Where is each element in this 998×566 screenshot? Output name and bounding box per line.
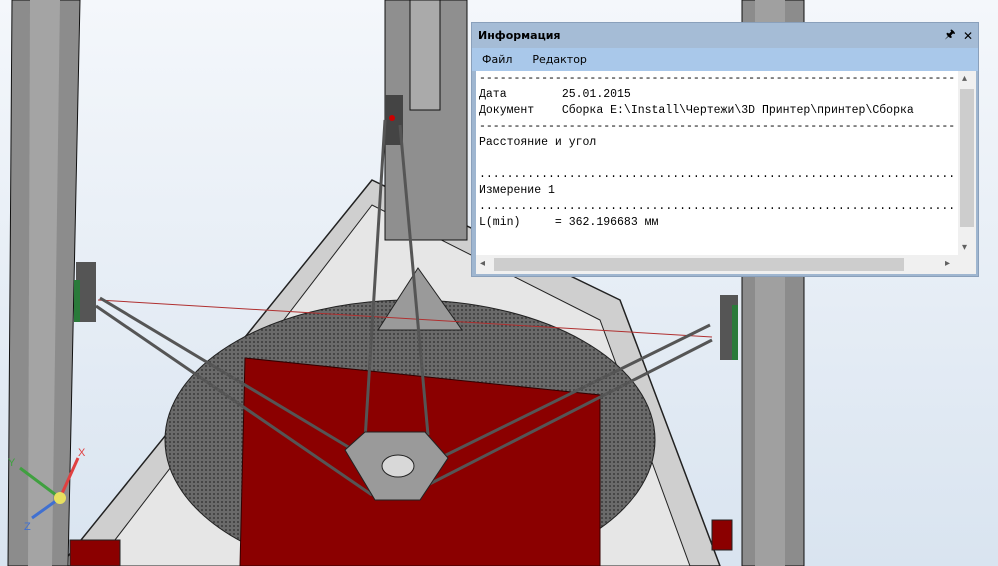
vertical-scroll-thumb[interactable] <box>960 89 974 227</box>
date-line: Дата 25.01.2015 <box>479 88 631 101</box>
menu-bar: Файл Редактор <box>472 48 978 71</box>
info-text: ----------------------------------------… <box>479 71 959 231</box>
dotted-line: ........................................… <box>479 200 957 213</box>
scroll-up-icon[interactable]: ▴ <box>962 73 967 84</box>
information-panel: Информация 🖈︎ ✕ Файл Редактор ----------… <box>471 22 979 277</box>
separator-line: ----------------------------------------… <box>479 72 957 85</box>
axis-y-label: Y <box>8 457 16 469</box>
dotted-line: ........................................… <box>479 168 957 181</box>
panel-title: Информация <box>478 29 561 42</box>
panel-titlebar[interactable]: Информация 🖈︎ ✕ <box>472 23 978 48</box>
scroll-left-icon[interactable]: ◂ <box>480 258 485 269</box>
scroll-right-icon[interactable]: ▸ <box>945 258 950 269</box>
document-line: Документ Сборка E:\Install\Чертежи\3D Пр… <box>479 104 914 117</box>
axis-z-label: Z <box>24 521 31 533</box>
separator-line: ----------------------------------------… <box>479 120 957 133</box>
horizontal-scrollbar[interactable]: ◂ ▸ <box>476 255 976 274</box>
scroll-down-icon[interactable]: ▾ <box>962 242 967 253</box>
measurement-result: L(min) = 362.196683 мм <box>479 216 659 229</box>
horizontal-scroll-thumb[interactable] <box>494 258 904 271</box>
menu-editor[interactable]: Редактор <box>528 51 591 68</box>
info-text-area[interactable]: ----------------------------------------… <box>476 71 976 274</box>
menu-file[interactable]: Файл <box>478 51 516 68</box>
close-icon[interactable]: ✕ <box>960 29 976 43</box>
vertical-scrollbar[interactable]: ▴ ▾ <box>958 71 976 255</box>
axis-x-label: X <box>78 447 86 459</box>
measurement-title: Измерение 1 <box>479 184 555 197</box>
pin-icon[interactable]: 🖈︎ <box>942 25 958 46</box>
measurement-type: Расстояние и угол <box>479 136 597 149</box>
